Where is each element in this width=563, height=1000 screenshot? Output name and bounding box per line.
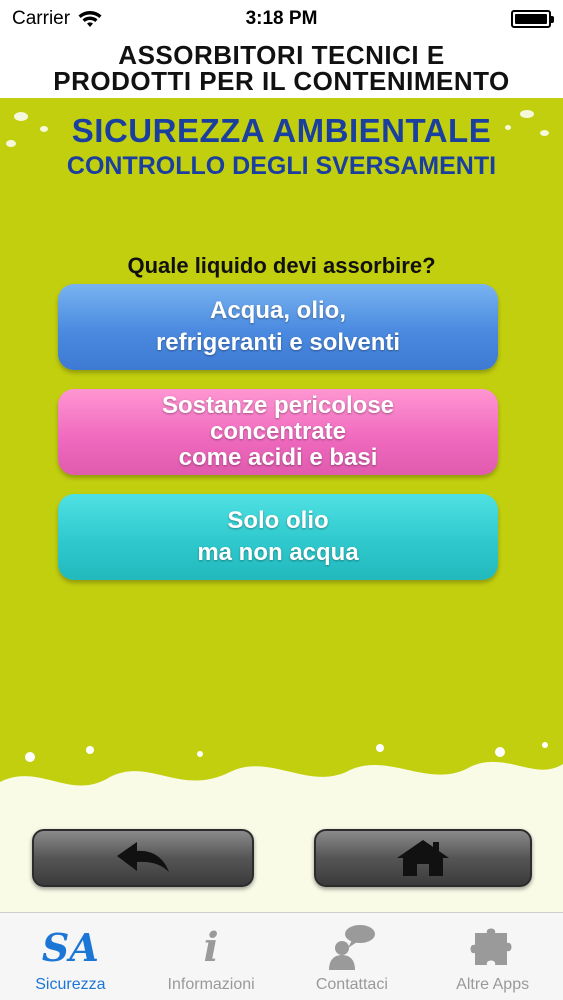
home-icon <box>397 840 449 876</box>
header-banner: ASSORBITORI TECNICI E PRODOTTI PER IL CO… <box>0 38 563 98</box>
back-button[interactable] <box>32 829 254 887</box>
wifi-icon <box>78 11 102 27</box>
choice-water-oil-button[interactable]: Acqua, olio, refrigeranti e solventi <box>58 284 498 370</box>
choice-line: Solo olio <box>227 507 329 534</box>
choice-line: ma non acqua <box>197 539 359 566</box>
sa-logo-icon: SA <box>41 924 99 970</box>
choice-line: come acidi e basi <box>178 444 378 471</box>
choice-line: Sostanze pericolose <box>161 392 395 419</box>
contact-person-icon <box>326 922 378 972</box>
status-left: Carrier <box>12 8 102 30</box>
tab-label: Sicurezza <box>35 976 106 993</box>
info-icon: i <box>203 923 219 971</box>
question-label: Quale liquido devi assorbire? <box>127 253 436 278</box>
choice-line: refrigeranti e solventi <box>155 329 401 356</box>
header-line-1: ASSORBITORI TECNICI E <box>118 40 445 70</box>
header-line-2: PRODOTTI PER IL CONTENIMENTO <box>53 66 510 96</box>
tab-sicurezza[interactable]: SA Sicurezza <box>0 913 141 1000</box>
choice-oil-only-button[interactable]: Solo olio ma non acqua <box>58 494 498 580</box>
back-arrow-icon <box>117 842 169 872</box>
tab-informazioni[interactable]: i Informazioni <box>141 913 282 1000</box>
tab-bar: SA Sicurezza i Informazioni Contattaci A… <box>0 912 563 1000</box>
choice-line: concentrate <box>209 418 347 445</box>
title-block: SICUREZZA AMBIENTALE CONTROLLO DEGLI SVE… <box>0 112 563 181</box>
tab-label: Altre Apps <box>456 976 530 993</box>
choice-line: Acqua, olio, <box>209 297 346 324</box>
battery-fill <box>515 14 547 24</box>
tab-label: Contattaci <box>315 976 388 993</box>
status-bar: Carrier 3:18 PM <box>0 0 563 38</box>
puzzle-icon <box>469 922 517 972</box>
tab-label: Informazioni <box>167 976 255 993</box>
page-title: SICUREZZA AMBIENTALE <box>71 112 492 149</box>
choice-hazardous-button[interactable]: Sostanze pericolose concentrate come aci… <box>58 389 498 475</box>
home-button[interactable] <box>314 829 532 887</box>
battery-icon <box>511 10 554 28</box>
tab-contattaci[interactable]: Contattaci <box>282 913 423 1000</box>
carrier-label: Carrier <box>12 8 71 29</box>
tab-altre-apps[interactable]: Altre Apps <box>422 913 563 1000</box>
page-subtitle: CONTROLLO DEGLI SVERSAMENTI <box>66 152 497 180</box>
